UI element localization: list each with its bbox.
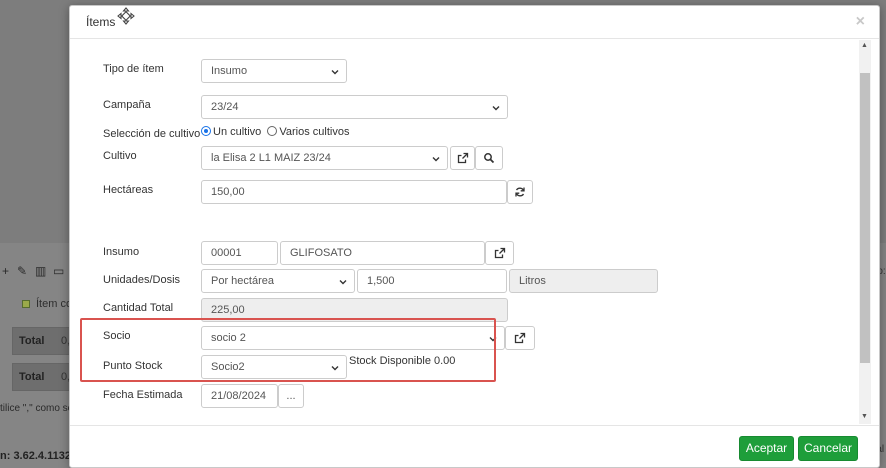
- cantidad-total-readonly: 225,00: [201, 298, 508, 322]
- external-link-icon: [494, 247, 505, 259]
- hectareas-label: Hectáreas: [103, 184, 154, 196]
- items-modal: Ítems × Tipo de ítem Insumo Campaña 23/2…: [69, 5, 880, 468]
- chevron-down-icon: [432, 157, 440, 162]
- chevron-down-icon: [489, 337, 497, 342]
- hectareas-input[interactable]: 150,00: [201, 180, 507, 204]
- cultivo-search-button[interactable]: [475, 146, 503, 170]
- campana-select[interactable]: 23/24: [201, 95, 508, 119]
- accept-button[interactable]: Aceptar: [739, 436, 794, 461]
- background-item-row: Ítem co: [22, 298, 72, 310]
- chevron-down-icon: [339, 280, 347, 285]
- background-total-2: Total 0,: [12, 363, 70, 391]
- modal-footer: Aceptar Cancelar: [70, 425, 879, 468]
- seleccion-cultivo-label: Selección de cultivo: [103, 128, 201, 140]
- fecha-estimada-label: Fecha Estimada: [103, 389, 183, 401]
- cultivo-open-button[interactable]: [450, 146, 475, 170]
- insumo-code-input[interactable]: 00001: [201, 241, 278, 265]
- scrollbar-thumb[interactable]: [860, 73, 870, 363]
- scroll-up-icon[interactable]: ▲: [861, 42, 868, 49]
- seleccion-cultivo-radios: Un cultivo Varios cultivos: [201, 126, 349, 138]
- trash-icon: ▥: [35, 264, 47, 278]
- unidad-readonly: Litros: [509, 269, 658, 293]
- date-picker-button[interactable]: ...: [278, 384, 304, 408]
- unidades-dosis-label: Unidades/Dosis: [103, 274, 181, 286]
- fecha-estimada-input[interactable]: 21/08/2024: [201, 384, 278, 408]
- chevron-down-icon: [331, 366, 339, 371]
- insumo-name-input[interactable]: GLIFOSATO: [280, 241, 485, 265]
- radio-un-cultivo[interactable]: [201, 126, 211, 136]
- modal-body: Tipo de ítem Insumo Campaña 23/24 Selecc…: [70, 40, 879, 424]
- punto-stock-label: Punto Stock: [103, 360, 163, 372]
- insumo-label: Insumo: [103, 246, 140, 258]
- radio-varios-cultivos[interactable]: [267, 126, 278, 136]
- punto-stock-select[interactable]: Socio2: [201, 355, 347, 379]
- background-version: n: 3.62.4.1132: [0, 450, 71, 462]
- chevron-down-icon: [331, 70, 339, 75]
- modal-scrollbar[interactable]: ▲ ▼: [859, 40, 871, 424]
- socio-open-button[interactable]: [505, 326, 535, 350]
- campana-label: Campaña: [103, 99, 151, 111]
- stock-disponible-text: Stock Disponible 0.00: [349, 355, 456, 367]
- tipo-item-label: Tipo de ítem: [103, 63, 164, 75]
- background-hint: tilice "," como se: [0, 403, 74, 414]
- cultivo-label: Cultivo: [103, 150, 137, 162]
- refresh-icon: [515, 187, 525, 197]
- tipo-item-select[interactable]: Insumo: [201, 59, 347, 83]
- hectareas-refresh-button[interactable]: [507, 180, 533, 204]
- item-square-icon: [22, 300, 30, 308]
- background-toolbar: + ✎ ▥ ▭: [0, 260, 70, 282]
- scroll-down-icon[interactable]: ▼: [861, 413, 868, 420]
- cancel-button[interactable]: Cancelar: [798, 436, 858, 461]
- background-total-1: Total 0,: [12, 327, 70, 355]
- pencil-icon: ✎: [17, 264, 28, 278]
- external-link-icon: [457, 152, 468, 164]
- dosis-input[interactable]: 1,500: [357, 269, 507, 293]
- plus-icon: +: [2, 264, 10, 278]
- note-icon: ▭: [53, 264, 65, 278]
- cantidad-total-label: Cantidad Total: [103, 302, 174, 314]
- external-link-icon: [514, 332, 526, 344]
- search-icon: [484, 153, 495, 164]
- socio-select[interactable]: socio 2: [201, 326, 505, 350]
- chevron-down-icon: [492, 106, 500, 111]
- cultivo-select[interactable]: la Elisa 2 L1 MAIZ 23/24: [201, 146, 448, 170]
- modal-title: Ítems: [86, 15, 116, 29]
- socio-label: Socio: [103, 330, 131, 342]
- modal-header: Ítems ×: [70, 6, 879, 39]
- move-icon[interactable]: [117, 7, 135, 25]
- close-icon[interactable]: ×: [856, 13, 865, 31]
- insumo-open-button[interactable]: [485, 241, 514, 265]
- unidades-mode-select[interactable]: Por hectárea: [201, 269, 355, 293]
